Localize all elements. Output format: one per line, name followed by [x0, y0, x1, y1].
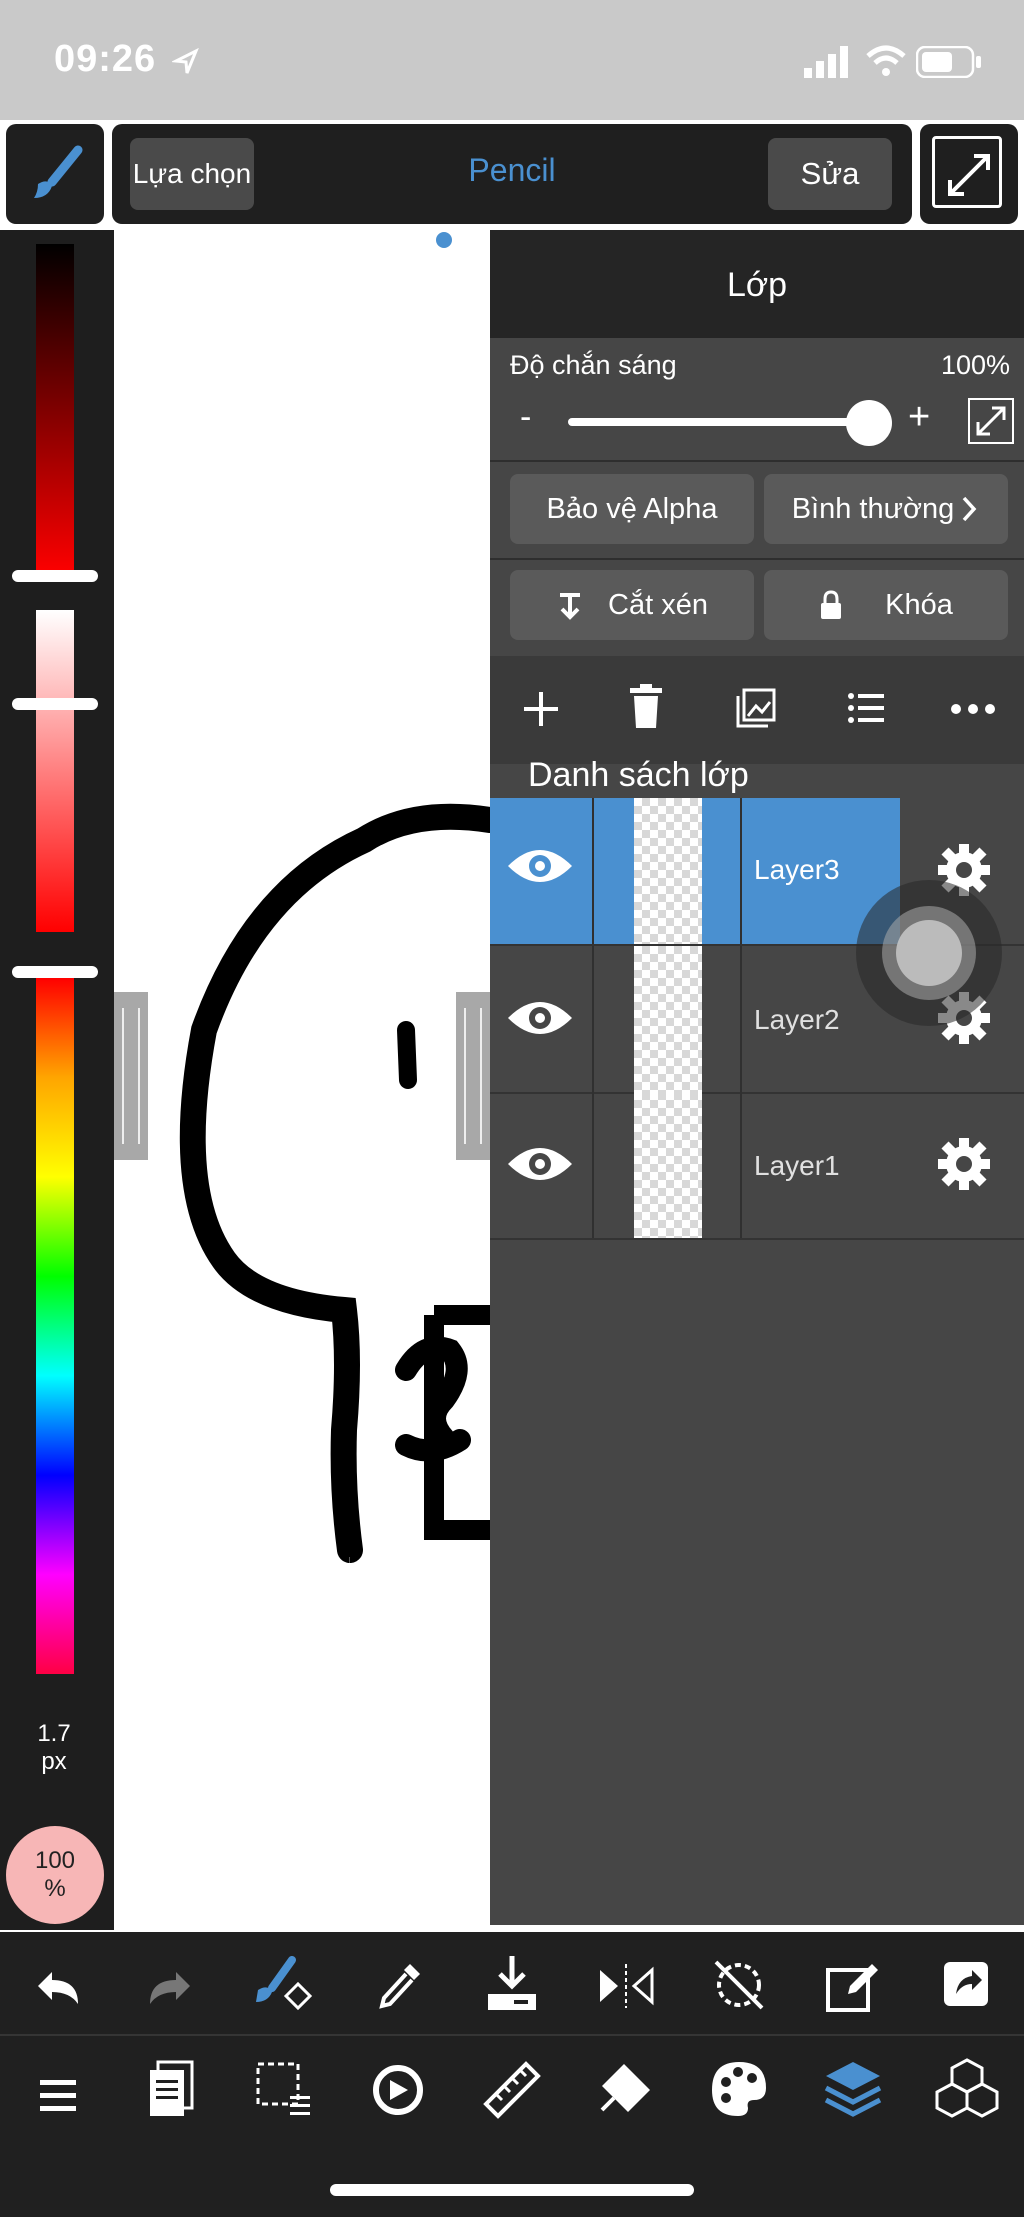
lock-label: Khóa: [885, 588, 953, 621]
eye-icon[interactable]: [506, 996, 574, 1040]
brush-tool-button[interactable]: [6, 124, 104, 224]
opacity-value: 100%: [940, 350, 1010, 380]
panel-title: Lớp: [726, 266, 788, 304]
hue-slider[interactable]: [36, 978, 74, 1674]
drawing-canvas[interactable]: [114, 230, 490, 1930]
battery-icon: [916, 46, 981, 78]
import-icon[interactable]: [484, 1954, 540, 2014]
undo-icon[interactable]: [34, 1968, 82, 2008]
fill-tool-icon[interactable]: [594, 2060, 658, 2120]
brush-icon: [34, 145, 83, 198]
layer-panel: Lớp Độ chắn sáng 100% - + Bảo vệ Alpha B…: [490, 230, 1024, 1925]
expand-icon: [948, 154, 990, 196]
lock-icon: [821, 590, 842, 619]
selection-icon[interactable]: [254, 2060, 314, 2118]
layer-name: Layer2: [754, 1004, 840, 1035]
eyedropper-icon[interactable]: [374, 1960, 424, 2014]
layer-name: Layer1: [754, 1150, 840, 1181]
lock-button[interactable]: Khóa: [764, 570, 1008, 640]
layer-name: Layer3: [754, 854, 840, 885]
status-time: 09:26: [54, 38, 157, 80]
more-icon[interactable]: [950, 702, 996, 716]
delete-layer-icon[interactable]: [626, 684, 666, 730]
clipping-button[interactable]: Cắt xén: [510, 570, 754, 640]
home-indicator[interactable]: [330, 2184, 694, 2196]
assistive-touch-button[interactable]: [856, 880, 1002, 1026]
saturation-slider[interactable]: [36, 610, 74, 932]
duplicate-layer-icon[interactable]: [734, 686, 778, 730]
expand-icon: [976, 406, 1006, 436]
flip-horizontal-icon[interactable]: [596, 1962, 656, 2010]
select-button[interactable]: Lựa chọn: [130, 138, 254, 210]
opacity-plus[interactable]: +: [908, 396, 930, 439]
tool-name[interactable]: Pencil: [412, 152, 612, 189]
canvas-scroll-handle-right[interactable]: [456, 992, 490, 1160]
location-arrow-icon: [172, 48, 199, 74]
status-bar: 09:26: [0, 0, 1024, 120]
transform-icon[interactable]: [368, 2060, 428, 2120]
layer-actions-bar: [490, 656, 1024, 764]
layer-thumbnail: [634, 798, 702, 944]
menu-icon[interactable]: [38, 2078, 78, 2114]
add-layer-icon[interactable]: [520, 688, 562, 730]
alpha-protect-button[interactable]: Bảo vệ Alpha: [510, 474, 754, 544]
brightness-slider[interactable]: [36, 244, 74, 576]
canvas-scroll-handle-left[interactable]: [114, 992, 148, 1160]
brush-opacity-button[interactable]: 100%: [6, 1826, 104, 1924]
blend-mode-label: Bình thường: [791, 492, 955, 525]
color-sidebar: 1.7 px 100%: [0, 230, 114, 1930]
eye-icon[interactable]: [506, 844, 574, 888]
layer-thumbnail: [634, 946, 702, 1092]
edit-button[interactable]: Sửa: [768, 138, 892, 210]
edit-layer-icon[interactable]: [824, 1956, 882, 2014]
ruler-icon[interactable]: [482, 2060, 542, 2120]
3d-material-icon[interactable]: [934, 2056, 1000, 2122]
clipping-label: Cắt xén: [608, 588, 708, 621]
layer-panel-header: Lớp: [490, 230, 1024, 338]
redo-icon[interactable]: [146, 1968, 194, 2008]
layer-list-title: Danh sách lớp: [528, 756, 749, 794]
layer-settings-gear-icon[interactable]: [936, 1136, 992, 1192]
opacity-label: Độ chắn sáng: [510, 350, 677, 380]
sketch-drawing: [179, 803, 490, 1563]
opacity-expand-button[interactable]: [968, 398, 1014, 444]
brightness-handle[interactable]: [12, 570, 98, 582]
bottom-toolbar: [0, 1932, 1024, 2217]
brush-size[interactable]: 1.7 px: [0, 1720, 108, 1776]
page-indicator-dot: [436, 232, 452, 248]
fullscreen-button[interactable]: [920, 124, 1018, 224]
blend-mode-button[interactable]: Bình thường: [764, 474, 1008, 544]
signal-icon: [804, 46, 848, 78]
layer-list-icon[interactable]: [846, 690, 886, 726]
rotate-disable-icon[interactable]: [710, 1956, 768, 2014]
clip-arrow-icon: [560, 593, 581, 620]
hue-handle[interactable]: [12, 966, 98, 978]
layer-thumbnail: [634, 1092, 702, 1238]
eye-icon[interactable]: [506, 1142, 574, 1186]
chevron-right-icon: [963, 496, 977, 522]
layers-icon[interactable]: [822, 2058, 884, 2120]
opacity-slider-thumb[interactable]: [846, 400, 892, 446]
wifi-icon: [866, 45, 906, 76]
tool-header: Lựa chọn Pencil Sửa: [112, 124, 912, 224]
top-toolbar: Lựa chọn Pencil Sửa: [0, 120, 1024, 230]
color-palette-icon[interactable]: [708, 2058, 770, 2120]
brush-eraser-switch-icon[interactable]: [252, 1956, 316, 2020]
pages-icon[interactable]: [146, 2060, 196, 2120]
saturation-handle[interactable]: [12, 698, 98, 710]
opacity-minus[interactable]: -: [520, 398, 531, 437]
opacity-slider[interactable]: [568, 418, 864, 426]
share-icon[interactable]: [942, 1960, 990, 2008]
